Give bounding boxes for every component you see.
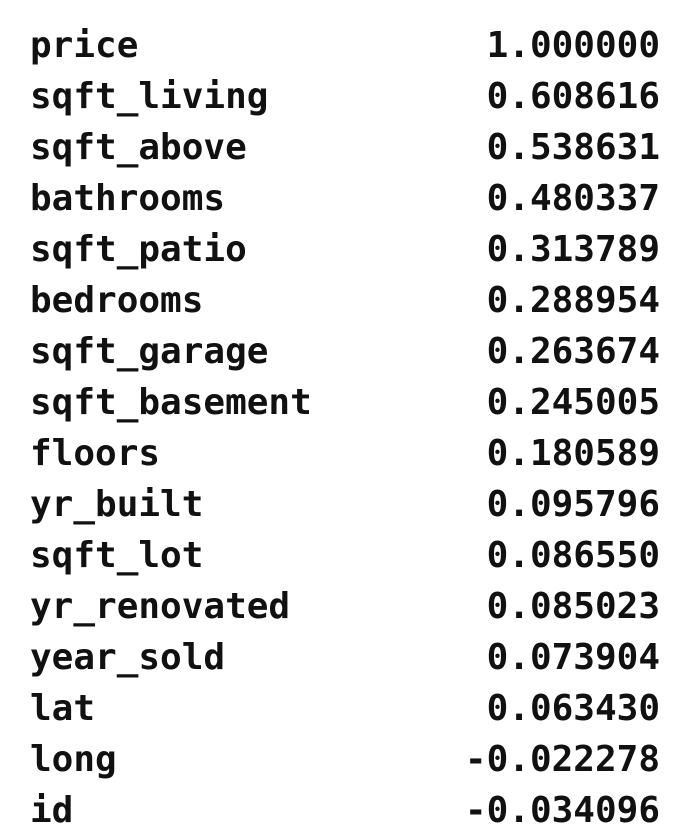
correlation-value: 0.180589 [486,433,660,474]
correlation-value: 0.480337 [486,178,660,219]
feature-name: price [30,25,139,66]
correlation-value: 0.063430 [486,688,660,729]
correlation-value: 0.095796 [486,484,660,525]
feature-name: bedrooms [30,280,204,321]
series-row: price 1.000000 [30,20,660,71]
feature-name: sqft_basement [30,382,312,423]
correlation-value: 0.073904 [486,637,660,678]
correlation-value: 0.085023 [486,586,660,627]
correlation-value: -0.034096 [464,790,660,831]
feature-name: id [30,790,74,831]
correlation-value: 0.245005 [486,382,660,423]
feature-name: floors [30,433,161,474]
series-row: floors 0.180589 [30,428,660,479]
series-row: sqft_lot 0.086550 [30,530,660,581]
feature-name: bathrooms [30,178,226,219]
feature-name: lat [30,688,96,729]
series-row: sqft_garage 0.263674 [30,326,660,377]
feature-name: yr_renovated [30,586,291,627]
feature-name: sqft_patio [30,229,247,270]
correlation-value: 0.538631 [486,127,660,168]
series-row: sqft_living 0.608616 [30,71,660,122]
correlation-value: 0.608616 [486,76,660,117]
correlation-output: price 1.000000 sqft_living 0.608616 sqft… [30,20,660,836]
series-row: yr_built 0.095796 [30,479,660,530]
feature-name: yr_built [30,484,204,525]
series-row: sqft_basement 0.245005 [30,377,660,428]
series-row: sqft_above 0.538631 [30,122,660,173]
series-row: long -0.022278 [30,734,660,785]
correlation-value: 0.086550 [486,535,660,576]
correlation-value: 1.000000 [486,25,660,66]
series-row: id -0.034096 [30,785,660,836]
correlation-value: -0.022278 [464,739,660,780]
series-row: yr_renovated 0.085023 [30,581,660,632]
correlation-value: 0.288954 [486,280,660,321]
feature-name: long [30,739,117,780]
series-row: bedrooms 0.288954 [30,275,660,326]
series-row: lat 0.063430 [30,683,660,734]
correlation-value: 0.263674 [486,331,660,372]
feature-name: sqft_above [30,127,247,168]
feature-name: sqft_lot [30,535,204,576]
series-row: bathrooms 0.480337 [30,173,660,224]
feature-name: sqft_garage [30,331,269,372]
feature-name: year_sold [30,637,226,678]
feature-name: sqft_living [30,76,269,117]
correlation-value: 0.313789 [486,229,660,270]
series-row: year_sold 0.073904 [30,632,660,683]
series-row: sqft_patio 0.313789 [30,224,660,275]
